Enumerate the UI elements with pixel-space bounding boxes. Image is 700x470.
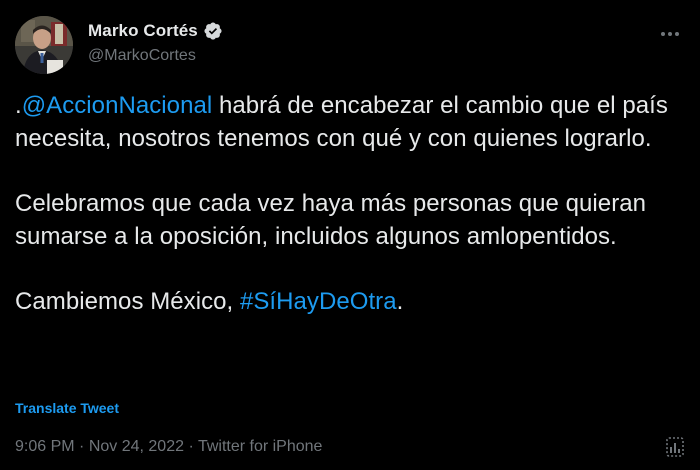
tweet-paragraph-3: Cambiemos México, #SíHayDeOtra. xyxy=(15,286,687,319)
tweet-card: Marko Cortés @MarkoCortes .@AccionNacion… xyxy=(0,0,700,470)
author-handle[interactable]: @MarkoCortes xyxy=(88,47,196,65)
meta-separator: · xyxy=(184,438,198,455)
tweet-paragraph-1: .@AccionNacional habrá de encabezar el c… xyxy=(15,90,687,155)
author-display-name[interactable]: Marko Cortés xyxy=(88,21,198,41)
tweet-source[interactable]: Twitter for iPhone xyxy=(198,438,323,455)
hashtag-link[interactable]: #SíHayDeOtra xyxy=(240,288,397,315)
tweet-metadata: 9:06 PM · Nov 24, 2022 · Twitter for iPh… xyxy=(15,438,322,456)
tweet-time[interactable]: 9:06 PM xyxy=(15,438,75,455)
more-dots-icon[interactable] xyxy=(658,24,682,44)
author-name-row: Marko Cortés xyxy=(88,21,223,41)
meta-separator: · xyxy=(74,438,89,455)
verified-badge-icon xyxy=(203,21,223,41)
avatar[interactable] xyxy=(15,16,73,74)
tweet-prefix: . xyxy=(15,92,22,119)
tweet-text: .@AccionNacional habrá de encabezar el c… xyxy=(15,90,687,319)
avatar-photo xyxy=(15,16,73,74)
analytics-icon[interactable] xyxy=(664,436,686,458)
tweet-closing-text: Cambiemos México, xyxy=(15,288,240,315)
tweet-date[interactable]: Nov 24, 2022 xyxy=(89,438,184,455)
tweet-paragraph-2: Celebramos que cada vez haya más persona… xyxy=(15,190,647,250)
translate-tweet-link[interactable]: Translate Tweet xyxy=(15,400,119,416)
mention-link[interactable]: @AccionNacional xyxy=(22,92,213,119)
tweet-closing-punct: . xyxy=(396,288,404,315)
